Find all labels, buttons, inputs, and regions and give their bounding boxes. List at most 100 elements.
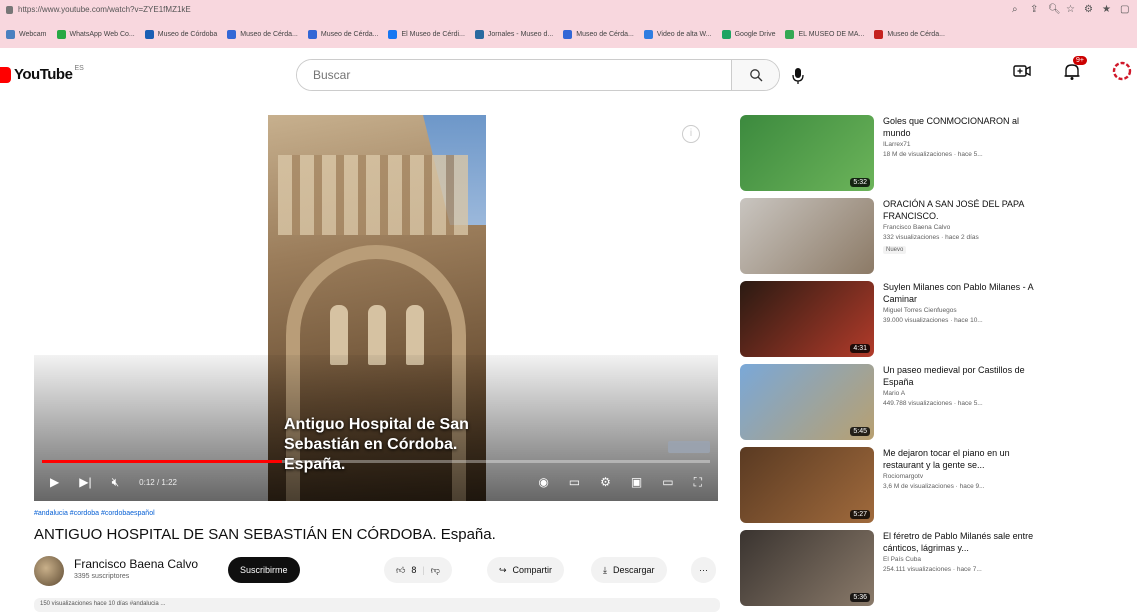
- bookmark-favicon-icon: [388, 29, 398, 39]
- bookmark-favicon-icon: [227, 29, 237, 39]
- download-icon: ⤓: [603, 564, 607, 575]
- hashtags[interactable]: #andalucia #cordoba #cordobaespañol: [34, 510, 724, 517]
- bookmark-item[interactable]: Jornales - Museo d...: [474, 29, 554, 39]
- extension-icon[interactable]: ⚙: [1084, 4, 1093, 15]
- recommendation-channel[interactable]: Francisco Baena Calvo: [883, 224, 950, 231]
- subtitles-icon[interactable]: ▭: [569, 475, 580, 489]
- theater-mode-icon[interactable]: ▭: [662, 475, 673, 489]
- recommendation-thumbnail[interactable]: 5:32: [740, 115, 874, 191]
- search-button[interactable]: [731, 60, 779, 90]
- bookmark-item[interactable]: Video de alta W...: [643, 29, 712, 39]
- microphone-icon: [792, 68, 804, 84]
- create-button[interactable]: [1011, 60, 1033, 82]
- channel-avatar[interactable]: [34, 556, 64, 586]
- bookmark-item[interactable]: El Museo de Cérdi...: [388, 29, 465, 39]
- recommendation-channel[interactable]: El País Cuba: [883, 556, 921, 563]
- recommendation-title[interactable]: ORACIÓN A SAN JOSÉ DEL PAPA FRANCISCO.: [883, 198, 1048, 222]
- recommendation-meta: 449.788 visualizaciones · hace 5...: [883, 400, 983, 407]
- share-icon: ↪: [499, 564, 507, 575]
- recommendation-channel[interactable]: Mario A: [883, 390, 905, 397]
- browser-chrome: https://www.youtube.com/watch?v=ZYE1fMZ1…: [0, 0, 1137, 48]
- recommendation-title[interactable]: Suylen Milanes con Pablo Milanes - A Cam…: [883, 281, 1048, 305]
- recommendation-item[interactable]: ORACIÓN A SAN JOSÉ DEL PAPA FRANCISCO. Fr…: [740, 198, 1120, 274]
- mic-button[interactable]: [789, 66, 807, 86]
- recommendation-thumbnail[interactable]: 4:31: [740, 281, 874, 357]
- zoom-icon[interactable]: ⌕: [1012, 4, 1021, 15]
- bookmark-item[interactable]: Museo de Cérda...: [874, 29, 945, 39]
- new-badge: Nuevo: [883, 246, 907, 254]
- thumbs-up-icon[interactable]: 👍︎: [396, 565, 405, 576]
- recommendation-item[interactable]: 4:31 Suylen Milanes con Pablo Milanes - A…: [740, 281, 1120, 357]
- youtube-logo[interactable]: YouTube ES: [0, 65, 84, 83]
- recommendation-thumbnail[interactable]: 5:27: [740, 447, 874, 523]
- bookmark-item[interactable]: Google Drive: [721, 29, 775, 39]
- star-icon[interactable]: ☆: [1066, 4, 1075, 15]
- recommendation-meta: 39.000 visualizaciones · hace 10...: [883, 317, 983, 324]
- recommendation-channel[interactable]: ILarrex71: [883, 141, 910, 148]
- window-icon[interactable]: ▢: [1120, 4, 1129, 15]
- recommendation-thumbnail[interactable]: [740, 198, 874, 274]
- share-icon[interactable]: ⇪: [1030, 4, 1039, 15]
- recommendation-title[interactable]: Goles que CONMOCIONARON al mundo: [883, 115, 1048, 139]
- info-icon[interactable]: i: [682, 125, 700, 143]
- bookmark-favicon-icon: [307, 29, 317, 39]
- like-count: 8: [411, 565, 417, 575]
- bookmark-item[interactable]: Museo de Cérda...: [563, 29, 634, 39]
- bookmark-label: Jornales - Museo d...: [487, 30, 554, 38]
- bookmark-favicon-icon: [643, 29, 653, 39]
- recommendation-meta: 18 M de visualizaciones · hace 5...: [883, 151, 983, 158]
- fullscreen-icon[interactable]: ⛶: [694, 475, 702, 490]
- pin-icon[interactable]: ★: [1102, 4, 1111, 15]
- settings-icon[interactable]: ⚙: [600, 475, 611, 489]
- bookmark-item[interactable]: Museo de Cérda...: [307, 29, 378, 39]
- search-icon[interactable]: 🔍︎: [1048, 4, 1061, 15]
- recommendation-meta: 3,6 M de visualizaciones · hace 9...: [883, 483, 985, 490]
- address-bar[interactable]: https://www.youtube.com/watch?v=ZYE1fMZ1…: [0, 0, 1137, 22]
- recommendation-item[interactable]: 5:36 El féretro de Pablo Milanés sale ent…: [740, 530, 1120, 606]
- notifications-button[interactable]: 9+: [1061, 56, 1087, 82]
- create-video-icon: [1013, 65, 1031, 77]
- video-player[interactable]: i Antiguo Hospital de San Sebastián en C…: [34, 115, 718, 501]
- recommendation-meta: 254.111 visualizaciones · hace 7...: [883, 566, 982, 573]
- recommendation-item[interactable]: 5:27 Me dejaron tocar el piano en un rest…: [740, 447, 1120, 523]
- download-button[interactable]: ⤓ Descargar: [591, 557, 667, 583]
- play-icon[interactable]: ▶: [50, 475, 59, 489]
- bookmark-item[interactable]: EL MUSEO DE MA...: [785, 29, 865, 39]
- subscribe-button[interactable]: Suscribirme: [228, 557, 300, 583]
- bookmark-label: EL MUSEO DE MA...: [798, 30, 865, 38]
- like-dislike-button[interactable]: 👍︎ 8 | 👎︎: [384, 557, 452, 583]
- search-input[interactable]: [297, 60, 731, 90]
- duration-badge: 4:31: [850, 344, 870, 353]
- recommendation-channel[interactable]: Miguel Torres Cienfuegos: [883, 307, 957, 314]
- bookmark-favicon-icon: [563, 29, 573, 39]
- progress-bar[interactable]: [42, 460, 710, 463]
- bookmark-item[interactable]: WhatsApp Web Co...: [56, 29, 135, 39]
- recommendation-item[interactable]: 5:32 Goles que CONMOCIONARON al mundo ILar…: [740, 115, 1120, 191]
- more-icon: ···: [699, 565, 708, 575]
- download-label: Descargar: [612, 565, 655, 575]
- recommendation-channel[interactable]: Rociomargotv: [883, 473, 923, 480]
- url-text[interactable]: https://www.youtube.com/watch?v=ZYE1fMZ1…: [18, 5, 191, 14]
- bookmark-label: Museo de Cérda...: [576, 30, 634, 38]
- volume-icon[interactable]: 🔇︎: [112, 475, 120, 490]
- bookmark-item[interactable]: Museo de Cérda...: [227, 29, 298, 39]
- next-icon[interactable]: ▶|: [79, 475, 91, 489]
- share-button[interactable]: ↪ Compartir: [487, 557, 565, 583]
- more-actions-button[interactable]: ···: [691, 557, 716, 583]
- recommendation-title[interactable]: El féretro de Pablo Milanés sale entre c…: [883, 530, 1048, 554]
- channel-name[interactable]: Francisco Baena Calvo: [74, 557, 198, 571]
- account-button[interactable]: [1111, 60, 1133, 82]
- browser-toolbar-icons: ⌕ ⇪ 🔍︎ ☆ ⚙ ★ ▢: [1012, 4, 1129, 15]
- recommendation-thumbnail[interactable]: 5:45: [740, 364, 874, 440]
- thumbs-down-icon[interactable]: 👎︎: [431, 565, 440, 576]
- subscriber-count: 3395 suscriptores: [74, 573, 130, 580]
- recommendation-item[interactable]: 5:45 Un paseo medieval por Castillos de E…: [740, 364, 1120, 440]
- bookmark-label: Webcam: [19, 30, 47, 38]
- miniplayer-icon[interactable]: ▣: [631, 475, 642, 489]
- bookmark-item[interactable]: Webcam: [6, 29, 47, 39]
- recommendation-title[interactable]: Me dejaron tocar el piano en un restaura…: [883, 447, 1048, 471]
- recommendation-thumbnail[interactable]: 5:36: [740, 530, 874, 606]
- recommendation-title[interactable]: Un paseo medieval por Castillos de Españ…: [883, 364, 1048, 388]
- autoplay-toggle-icon[interactable]: ◉: [538, 475, 548, 489]
- bookmark-item[interactable]: Museo de Córdoba: [144, 29, 217, 39]
